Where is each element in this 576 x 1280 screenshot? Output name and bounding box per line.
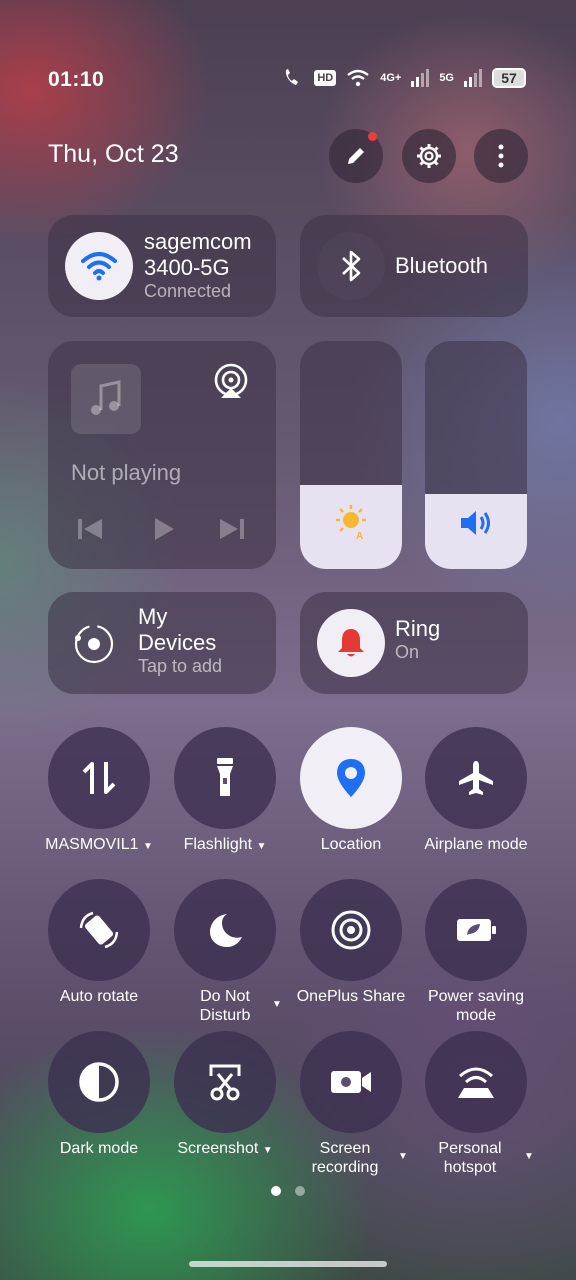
devices-title-line1: My — [138, 604, 168, 629]
cast-button[interactable] — [212, 363, 250, 406]
dnd-toggle[interactable] — [174, 879, 276, 981]
cast-icon — [214, 363, 248, 398]
wifi-toggle[interactable] — [65, 232, 133, 300]
wifi-name-line1: sagemcom — [144, 229, 252, 254]
page-indicator[interactable] — [295, 1186, 305, 1196]
caret-down-icon: ▼ — [142, 841, 153, 852]
next-button[interactable] — [218, 517, 246, 546]
ring-title: Ring — [395, 616, 441, 641]
devices-title-line2: Devices — [138, 630, 217, 655]
skip-next-icon — [220, 519, 244, 539]
battery-icon: 57 — [492, 68, 526, 88]
screenshot-icon — [209, 1064, 241, 1101]
power-saving-toggle[interactable] — [425, 879, 527, 981]
devices-icon — [74, 624, 114, 664]
svg-text:A: A — [356, 531, 363, 541]
caret-down-icon[interactable]: ▼ — [524, 1151, 534, 1162]
oneplus-share-toggle[interactable] — [300, 879, 402, 981]
settings-button[interactable] — [402, 129, 456, 183]
brightness-slider[interactable]: A — [300, 341, 402, 569]
more-vertical-icon — [498, 144, 504, 168]
music-note-icon — [91, 380, 121, 415]
wifi-name-line2: 3400-5G — [144, 255, 230, 280]
oneplus-share-label[interactable]: OnePlus Share — [286, 987, 416, 1006]
hd-icon: HD — [314, 70, 337, 86]
mobile-data-label[interactable]: MASMOVIL1 ▼ — [34, 835, 164, 856]
screenshot-toggle[interactable] — [174, 1031, 276, 1133]
hotspot-label[interactable]: Personal hotspot — [405, 1139, 535, 1177]
media-player-tile[interactable]: Not playing — [48, 341, 276, 569]
play-button[interactable] — [152, 517, 176, 546]
mobile-data-toggle[interactable] — [48, 727, 150, 829]
airplane-icon — [459, 761, 493, 795]
devices-sub: Tap to add — [138, 656, 223, 676]
signal-icon-2 — [464, 69, 482, 87]
hotspot-icon — [458, 1067, 494, 1098]
hotspot-toggle[interactable] — [425, 1031, 527, 1133]
volume-icon — [461, 511, 490, 535]
video-camera-icon — [331, 1071, 371, 1093]
location-pin-icon — [337, 759, 365, 797]
date-label: Thu, Oct 23 — [48, 140, 179, 168]
location-toggle[interactable] — [300, 727, 402, 829]
caret-down-icon[interactable]: ▼ — [272, 999, 282, 1010]
home-indicator[interactable] — [189, 1261, 387, 1267]
wifi-status: Connected — [144, 281, 232, 301]
airplane-mode-toggle[interactable] — [425, 727, 527, 829]
bell-icon — [338, 629, 364, 657]
previous-button[interactable] — [76, 517, 104, 546]
dnd-label[interactable]: Do Not Disturb — [160, 987, 290, 1025]
more-options-button[interactable] — [474, 129, 528, 183]
skip-previous-icon — [78, 519, 102, 539]
wifi-status-icon — [347, 69, 369, 87]
notification-dot — [368, 132, 377, 141]
dark-mode-icon — [79, 1062, 119, 1102]
screen-recording-toggle[interactable] — [300, 1031, 402, 1133]
network-type-1: 4G+ — [380, 72, 402, 84]
media-status: Not playing — [71, 460, 182, 485]
wifi-tile[interactable]: sagemcom 3400-5G Connected — [48, 215, 276, 317]
caret-down-icon: ▼ — [256, 841, 267, 852]
auto-rotate-toggle[interactable] — [48, 879, 150, 981]
auto-brightness-icon: A — [336, 505, 366, 541]
flashlight-icon — [217, 758, 233, 796]
caret-down-icon: ▼ — [262, 1145, 273, 1156]
auto-rotate-icon — [79, 911, 119, 949]
mobile-data-icon — [82, 762, 116, 794]
share-signal-icon — [331, 910, 371, 950]
status-time: 01:10 — [48, 68, 105, 91]
edit-button[interactable] — [329, 129, 383, 183]
wifi-calling-icon — [286, 69, 299, 85]
signal-icon-1 — [411, 69, 430, 87]
wifi-icon — [81, 252, 117, 281]
my-devices-tile[interactable]: My Devices Tap to add — [48, 592, 276, 694]
bluetooth-tile[interactable]: Bluetooth — [300, 215, 528, 317]
play-icon — [155, 518, 174, 540]
location-label[interactable]: Location — [286, 835, 416, 854]
flashlight-label[interactable]: Flashlight ▼ — [160, 835, 290, 856]
power-saving-label[interactable]: Power saving mode — [411, 987, 541, 1025]
status-icons: HD 4G+ 5G 57 — [282, 68, 526, 88]
network-type-2: 5G — [439, 72, 454, 84]
pencil-icon — [348, 148, 364, 164]
moon-icon — [210, 914, 242, 947]
dark-mode-label[interactable]: Dark mode — [34, 1139, 164, 1158]
gear-icon — [417, 144, 441, 168]
album-art — [71, 364, 141, 434]
auto-rotate-label[interactable]: Auto rotate — [34, 987, 164, 1006]
ring-toggle[interactable] — [317, 609, 385, 677]
ring-sub: On — [395, 642, 420, 662]
screen-recording-label[interactable]: Screen recording — [280, 1139, 410, 1177]
page-indicator-active[interactable] — [271, 1186, 281, 1196]
flashlight-toggle[interactable] — [174, 727, 276, 829]
airplane-mode-label[interactable]: Airplane mode — [411, 835, 541, 854]
bluetooth-icon — [342, 250, 361, 282]
ring-tile[interactable]: Ring On — [300, 592, 528, 694]
bluetooth-toggle[interactable] — [317, 232, 385, 300]
battery-saver-icon — [457, 919, 496, 941]
volume-slider[interactable] — [425, 341, 527, 569]
bluetooth-label: Bluetooth — [395, 253, 488, 278]
screenshot-label[interactable]: Screenshot ▼ — [160, 1139, 290, 1160]
dark-mode-toggle[interactable] — [48, 1031, 150, 1133]
